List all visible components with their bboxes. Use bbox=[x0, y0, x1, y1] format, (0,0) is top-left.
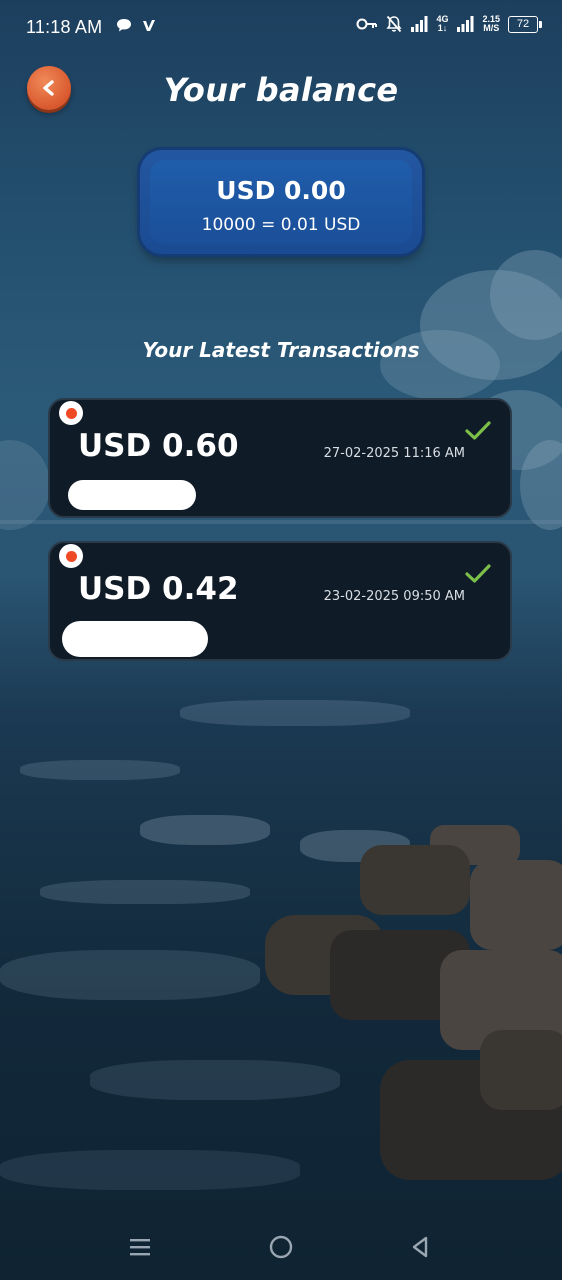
mute-bell-icon bbox=[386, 15, 403, 33]
status-dot-icon bbox=[59, 401, 83, 425]
check-icon bbox=[465, 421, 491, 440]
screen: 11:18 AM 4G 1↓ 2.15 M/S 72 Your balance … bbox=[0, 0, 562, 1280]
status-time: 11:18 AM bbox=[26, 17, 103, 37]
transaction-card[interactable]: USD 0.42 23-02-2025 09:50 AM bbox=[48, 541, 512, 661]
signal-icon-2 bbox=[457, 16, 474, 32]
transactions-heading: Your Latest Transactions bbox=[142, 338, 420, 362]
transaction-card[interactable]: USD 0.60 27-02-2025 11:16 AM bbox=[48, 398, 512, 518]
redacted-label bbox=[62, 621, 208, 657]
transaction-date: 23-02-2025 09:50 AM bbox=[323, 589, 465, 604]
transaction-amount: USD 0.42 bbox=[78, 571, 239, 607]
chat-bubble-icon bbox=[117, 19, 131, 32]
home-circle-icon bbox=[269, 1235, 293, 1259]
balance-card: USD 0.00 10000 = 0.01 USD bbox=[140, 150, 422, 254]
app-v-icon bbox=[143, 19, 155, 31]
redacted-label bbox=[68, 480, 196, 510]
key-icon bbox=[356, 18, 378, 30]
conversion-rate: 10000 = 0.01 USD bbox=[201, 215, 361, 235]
balance-amount: USD 0.00 bbox=[216, 176, 346, 205]
home-button[interactable] bbox=[241, 1214, 321, 1280]
status-bar: 11:18 AM 4G 1↓ 2.15 M/S 72 bbox=[0, 0, 562, 56]
network-type: 4G 1↓ bbox=[436, 14, 449, 33]
transaction-amount: USD 0.60 bbox=[78, 428, 239, 464]
signal-icon bbox=[411, 16, 428, 32]
network-speed: 2.15 M/S bbox=[482, 14, 500, 33]
transaction-date: 27-02-2025 11:16 AM bbox=[323, 446, 465, 461]
page-title: Your balance bbox=[163, 71, 399, 109]
menu-icon bbox=[130, 1239, 150, 1256]
nav-back-button[interactable] bbox=[380, 1214, 460, 1280]
system-nav-bar bbox=[0, 1214, 562, 1280]
check-icon bbox=[465, 564, 491, 583]
back-triangle-icon bbox=[412, 1236, 428, 1258]
recents-button[interactable] bbox=[100, 1214, 180, 1280]
status-dot-icon bbox=[59, 544, 83, 568]
battery-icon: 72 bbox=[508, 15, 542, 33]
